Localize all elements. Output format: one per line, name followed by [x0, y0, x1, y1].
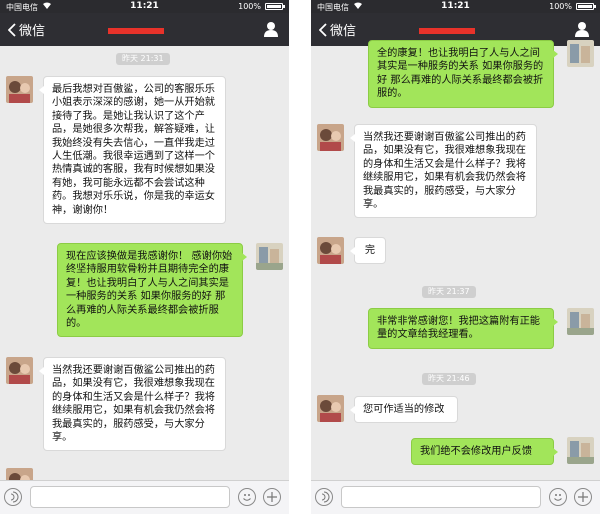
back-label: 微信 [19, 24, 46, 39]
voice-icon[interactable] [4, 488, 22, 506]
message-input[interactable] [341, 486, 541, 508]
battery-icon [576, 3, 596, 10]
message-bubble[interactable]: 我们绝不会修改用户反馈 [411, 438, 558, 466]
avatar[interactable] [567, 437, 594, 464]
avatar[interactable] [6, 357, 33, 384]
message-bubble[interactable]: 完 [350, 237, 386, 265]
timestamp: 昨天 21:37 [422, 286, 476, 298]
input-bar [311, 480, 600, 514]
message-bubble[interactable]: 全的康复！也让我明白了人与人之间其实是一种服务的关系 如果你服务的好 那么再难的… [368, 40, 558, 108]
nav-bar: 微信 [0, 13, 289, 46]
message-input[interactable] [30, 486, 230, 508]
avatar[interactable] [567, 40, 594, 67]
emoji-icon[interactable] [238, 488, 256, 506]
status-bar: 中国电信 11:21 100% [311, 0, 600, 13]
message-bubble[interactable]: 非常非常感谢您！我把这篇附有正能量的文章给我经理看。 [368, 308, 558, 349]
voice-icon[interactable] [315, 488, 333, 506]
input-bar [0, 480, 289, 514]
message-bubble[interactable]: 最后我想对百傲鲨，公司的客服乐乐小姐表示深深的感谢，她一从开始就接待了我。是她让… [39, 76, 226, 225]
plus-icon[interactable] [263, 488, 281, 506]
back-label: 微信 [330, 24, 357, 39]
avatar[interactable] [317, 395, 344, 422]
battery-icon [265, 3, 285, 10]
chevron-left-icon [319, 22, 327, 37]
timestamp: 昨天 21:46 [422, 373, 476, 385]
message-bubble[interactable]: 当然我还要谢谢百傲鲨公司推出的药品，如果没有它，我很难想象我现在的身体和生活又会… [39, 357, 226, 452]
avatar[interactable] [567, 308, 594, 335]
emoji-icon[interactable] [549, 488, 567, 506]
message-list[interactable]: 昨天 21:31 最后我想对百傲鲨，公司的客服乐乐小姐表示深深的感谢，她一从开始… [0, 46, 289, 495]
redacted-contact-name [419, 28, 475, 34]
chat-screen-left: 中国电信 11:21 100% 微信 昨天 21:31 最后我想对百傲鲨，公司的… [0, 0, 289, 514]
chevron-left-icon [8, 22, 16, 37]
avatar[interactable] [317, 237, 344, 264]
battery-percent: 100% [238, 2, 261, 11]
avatar[interactable] [6, 76, 33, 103]
timestamp: 昨天 21:31 [116, 53, 170, 65]
status-bar: 中国电信 11:21 100% [0, 0, 289, 13]
battery-percent: 100% [549, 2, 572, 11]
plus-icon[interactable] [574, 488, 592, 506]
chat-screen-right: 中国电信 11:21 100% 微信 全的康复！也让我明白了人与人之间其实是一种… [311, 0, 600, 514]
message-bubble[interactable]: 当然我还要谢谢百傲鲨公司推出的药品，如果没有它，我很难想象我现在的身体和生活又会… [350, 124, 537, 219]
avatar[interactable] [317, 124, 344, 151]
redacted-contact-name [108, 28, 164, 34]
message-list[interactable]: 全的康复！也让我明白了人与人之间其实是一种服务的关系 如果你服务的好 那么再难的… [311, 40, 600, 480]
message-bubble[interactable]: 您可作适当的修改 [350, 396, 458, 424]
avatar[interactable] [256, 243, 283, 270]
contact-profile-icon[interactable] [263, 21, 279, 37]
back-button[interactable]: 微信 [8, 20, 45, 39]
message-bubble[interactable]: 现在应该换做是我感谢你！ 感谢你始终坚持服用软骨粉并且期待完全的康复！也让我明白… [57, 243, 247, 338]
contact-profile-icon[interactable] [574, 21, 590, 37]
back-button[interactable]: 微信 [319, 20, 356, 39]
